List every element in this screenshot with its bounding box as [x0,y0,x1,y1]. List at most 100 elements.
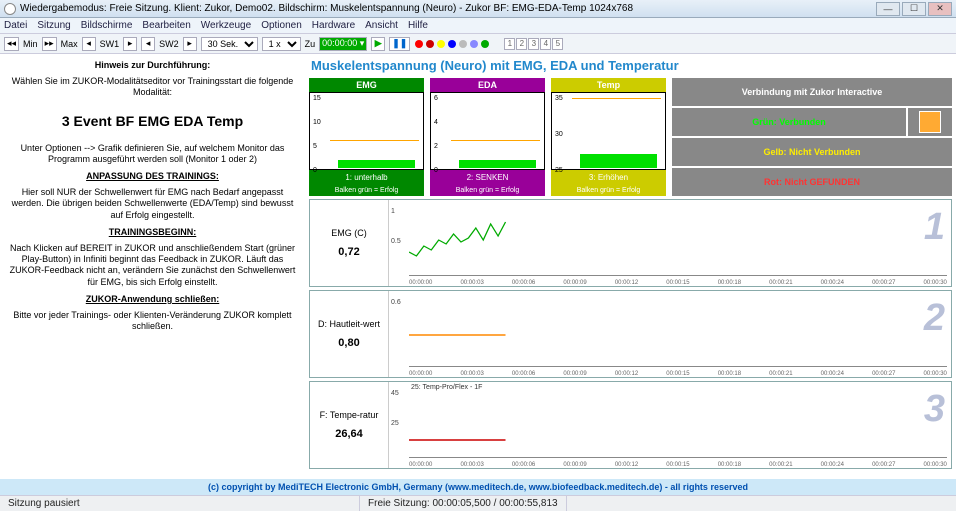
color-swatch-5[interactable] [470,40,478,48]
bar-plot: 6420 [430,92,545,170]
copyright-bar: (c) copyright by MediTECH Electronic Gmb… [0,479,956,495]
x-tick: 00:00:03 [460,371,483,377]
x-tick: 00:00:12 [615,462,638,468]
close-button[interactable]: ✕ [928,2,952,16]
x-tick: 00:00:09 [563,371,586,377]
plot-name: F: Tempe-ratur [320,410,379,420]
color-swatch-2[interactable] [437,40,445,48]
x-tick: 00:00:06 [512,371,535,377]
sw2-prev[interactable]: ◂ [141,37,155,51]
right-title: Muskelentspannung (Neuro) mit EMG, EDA u… [311,58,952,73]
x-tick: 00:00:12 [615,280,638,286]
x-tick: 00:00:24 [821,462,844,468]
monitor-text: Unter Optionen --> Grafik definieren Sie… [8,143,297,166]
section-text-1: Hier soll NUR der Schwellenwert für EMG … [8,187,297,221]
y-tick: 45 [391,390,399,397]
x-tick: 00:00:06 [512,462,535,468]
menu-bar: Datei Sitzung Bildschirme Bearbeiten Werkzeu… [0,18,956,34]
duration-select[interactable]: 30 Sek. [201,37,258,51]
y-tick: 6 [434,95,438,102]
color-swatch-3[interactable] [448,40,456,48]
bar-fill [580,154,657,168]
x-tick: 00:00:27 [872,371,895,377]
color-swatch-6[interactable] [481,40,489,48]
maximize-button[interactable]: ☐ [902,2,926,16]
play-button[interactable]: ▶ [371,37,385,51]
x-tick: 00:00:18 [718,371,741,377]
bar-foot: 3: Erhöhen [551,170,666,184]
conn-yellow: Gelb: Nicht Verbunden [672,138,952,166]
window-titlebar: Wiedergabemodus: Freie Sitzung. Klient: … [0,0,956,18]
x-tick: 00:00:18 [718,462,741,468]
minimize-button[interactable]: — [876,2,900,16]
instructions-panel: Hinweis zur Durchführung: Wählen Sie im … [0,54,305,479]
color-swatch-4[interactable] [459,40,467,48]
y-tick: 0.5 [391,238,401,245]
x-tick: 00:00:03 [460,462,483,468]
menu-werkzeuge[interactable]: Werkzeuge [201,20,251,31]
bar-plot: 353025 [551,92,666,170]
x-tick: 00:00:06 [512,280,535,286]
y-tick: 15 [313,95,321,102]
x-ticks: 00:00:0000:00:0300:00:0600:00:0900:00:12… [409,462,947,468]
y-tick: 0.6 [391,299,401,306]
channel-btn-5[interactable]: 5 [552,38,563,50]
menu-sitzung[interactable]: Sitzung [37,20,70,31]
plot-row-1: EMG (C)0,72100:00:0000:00:0300:00:0600:0… [309,199,952,287]
plot-label: D: Hautleit-wert0,80 [310,291,388,377]
bar-charts-row: EMG1510501: unterhalbBalken grün = Erfol… [309,78,952,196]
menu-optionen[interactable]: Optionen [261,20,302,31]
sw2-next[interactable]: ▸ [183,37,197,51]
sw1-next[interactable]: ▸ [123,37,137,51]
status-bar: Sitzung pausiert Freie Sitzung: 00:00:05… [0,495,956,511]
threshold-line [451,140,540,141]
forward-button[interactable]: ▸▸ [42,37,57,51]
x-tick: 00:00:21 [769,371,792,377]
menu-datei[interactable]: Datei [4,20,27,31]
channel-btn-3[interactable]: 3 [528,38,539,50]
bar-head: EMG [309,78,424,92]
menu-hilfe[interactable]: Hilfe [408,20,428,31]
section-text-2: Nach Klicken auf BEREIT in ZUKOR und ans… [8,243,297,288]
bar-foot2: Balken grün = Erfolg [430,184,545,196]
conn-title: Verbindung mit Zukor Interactive [672,78,952,106]
start-button[interactable]: 00:00:00 ▾ [319,37,367,51]
channel-btn-4[interactable]: 4 [540,38,551,50]
rewind-button[interactable]: ◂◂ [4,37,19,51]
status-right: Freie Sitzung: 00:00:05,500 / 00:00:55,8… [360,496,567,511]
x-tick: 00:00:15 [666,280,689,286]
conn-icon [908,108,952,136]
sw1-prev[interactable]: ◂ [82,37,96,51]
bar-foot2: Balken grün = Erfolg [309,184,424,196]
pause-button[interactable]: ❚❚ [389,37,410,51]
section-text-3: Bitte vor jeder Trainings- oder Klienten… [8,310,297,333]
channel-btn-2[interactable]: 2 [516,38,527,50]
channel-btn-1[interactable]: 1 [504,38,515,50]
color-swatch-1[interactable] [426,40,434,48]
color-swatch-0[interactable] [415,40,423,48]
multiplier-select[interactable]: 1 x [262,37,301,51]
conn-red: Rot: Nicht GEFUNDEN [672,168,952,196]
bar-head: EDA [430,78,545,92]
bar-fill [338,160,415,168]
x-tick: 00:00:18 [718,280,741,286]
x-tick: 00:00:12 [615,371,638,377]
menu-bearbeiten[interactable]: Bearbeiten [142,20,190,31]
bar-box-temp: Temp3530253: ErhöhenBalken grün = Erfolg [551,78,666,196]
x-tick: 00:00:30 [924,462,947,468]
menu-bildschirme[interactable]: Bildschirme [81,20,133,31]
y-tick: 2 [434,143,438,150]
app-icon [4,3,16,15]
right-panel: Muskelentspannung (Neuro) mit EMG, EDA u… [305,54,956,479]
x-axis [409,366,947,367]
y-tick: 4 [434,119,438,126]
conn-green: Grün: Verbunden [672,108,906,136]
window-title: Wiedergabemodus: Freie Sitzung. Klient: … [20,3,633,14]
x-tick: 00:00:27 [872,280,895,286]
plot-value: 0,72 [338,246,359,258]
hint-heading: Hinweis zur Durchführung: [8,60,297,70]
menu-ansicht[interactable]: Ansicht [365,20,398,31]
menu-hardware[interactable]: Hardware [312,20,355,31]
plot-area: 100:00:0000:00:0300:00:0600:00:0900:00:1… [388,200,951,286]
threshold-line [330,140,419,141]
